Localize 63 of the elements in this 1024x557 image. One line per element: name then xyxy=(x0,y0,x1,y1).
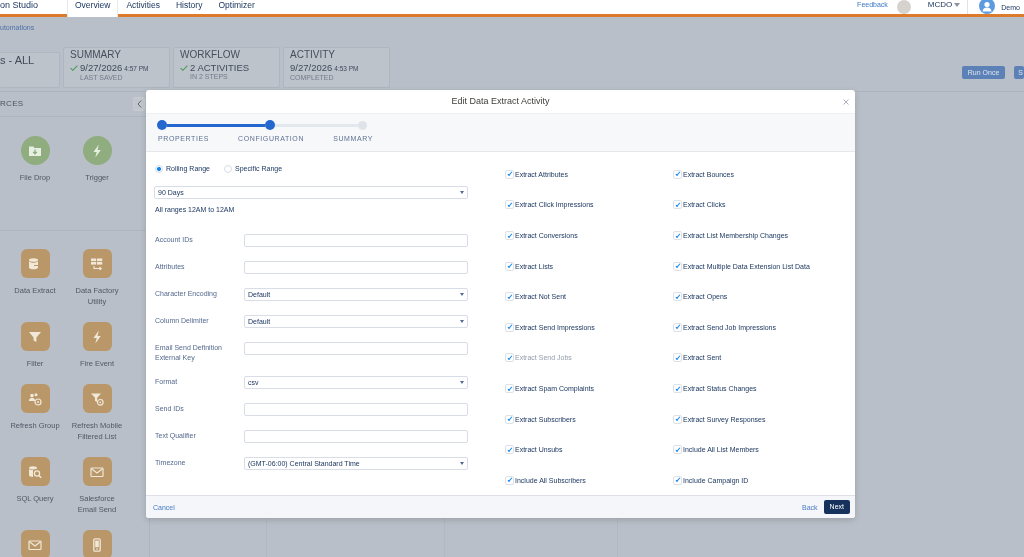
checkbox[interactable] xyxy=(673,231,682,240)
checkbox[interactable] xyxy=(673,322,682,332)
input-field[interactable] xyxy=(244,234,468,247)
caret-icon xyxy=(460,381,464,384)
lightning-icon[interactable] xyxy=(82,136,112,165)
caret-icon xyxy=(460,320,464,323)
checkbox[interactable] xyxy=(505,445,514,455)
checkbox[interactable] xyxy=(505,169,514,179)
collapse-button[interactable] xyxy=(133,97,145,111)
checkbox[interactable] xyxy=(673,200,682,210)
group-icon[interactable] xyxy=(20,384,50,413)
checkbox[interactable] xyxy=(673,414,682,424)
user-icon[interactable] xyxy=(979,0,996,14)
automation-name: s - ALL xyxy=(0,53,36,67)
nav-tab[interactable]: Activities xyxy=(118,0,168,14)
caret-icon[interactable] xyxy=(954,3,961,7)
app-title: on Studio xyxy=(0,0,40,10)
checkbox[interactable] xyxy=(505,231,514,240)
radio-button[interactable] xyxy=(155,164,163,173)
card-title: ACTIVITY xyxy=(290,49,336,61)
modal-title: Edit Data Extract Activity xyxy=(451,96,550,107)
checkbox[interactable] xyxy=(505,383,514,393)
input-field[interactable] xyxy=(244,430,468,443)
radio-button[interactable] xyxy=(224,164,232,173)
checkbox[interactable] xyxy=(673,353,682,363)
lightning-icon[interactable] xyxy=(82,322,112,351)
checkbox[interactable] xyxy=(673,292,682,302)
checkbox[interactable] xyxy=(505,292,514,302)
org-switcher[interactable]: MCDO xyxy=(927,0,953,10)
caret-icon xyxy=(460,462,464,465)
caret-icon xyxy=(460,293,464,296)
card-title: WORKFLOW xyxy=(180,49,241,61)
envelope-icon[interactable] xyxy=(20,530,50,557)
funnel-icon[interactable] xyxy=(20,322,50,351)
checkbox[interactable] xyxy=(673,261,682,271)
card-title: SUMMARY xyxy=(70,49,122,61)
checkbox[interactable] xyxy=(673,475,682,485)
caret-icon xyxy=(460,191,464,194)
folder-icon[interactable] xyxy=(20,136,50,165)
nav-tab[interactable]: Overview xyxy=(67,0,119,17)
checkbox[interactable] xyxy=(673,169,682,179)
database-search-icon[interactable] xyxy=(20,457,50,486)
input-field[interactable] xyxy=(244,342,468,355)
panel-title: RCES xyxy=(0,99,24,109)
checkbox[interactable] xyxy=(505,322,514,332)
checkbox[interactable] xyxy=(505,261,514,271)
checkbox[interactable] xyxy=(505,200,514,210)
envelope-icon[interactable] xyxy=(82,457,112,486)
card-value: 2 ACTIVITIES xyxy=(190,62,250,73)
phone-icon[interactable] xyxy=(82,530,112,557)
database-icon[interactable] xyxy=(20,249,50,278)
input-field[interactable] xyxy=(244,403,468,416)
input-field[interactable] xyxy=(244,261,468,274)
checkbox[interactable] xyxy=(673,383,682,393)
chevron-left-icon xyxy=(136,100,142,108)
table-icon[interactable] xyxy=(82,249,112,278)
close-icon[interactable] xyxy=(843,98,849,105)
nav-tab[interactable]: Optimizer xyxy=(210,0,263,14)
checkbox[interactable] xyxy=(505,475,514,485)
funnel-icon[interactable] xyxy=(82,384,112,413)
nav-tab[interactable]: History xyxy=(168,0,211,14)
checkbox[interactable] xyxy=(505,414,514,424)
checkbox[interactable] xyxy=(673,445,682,455)
